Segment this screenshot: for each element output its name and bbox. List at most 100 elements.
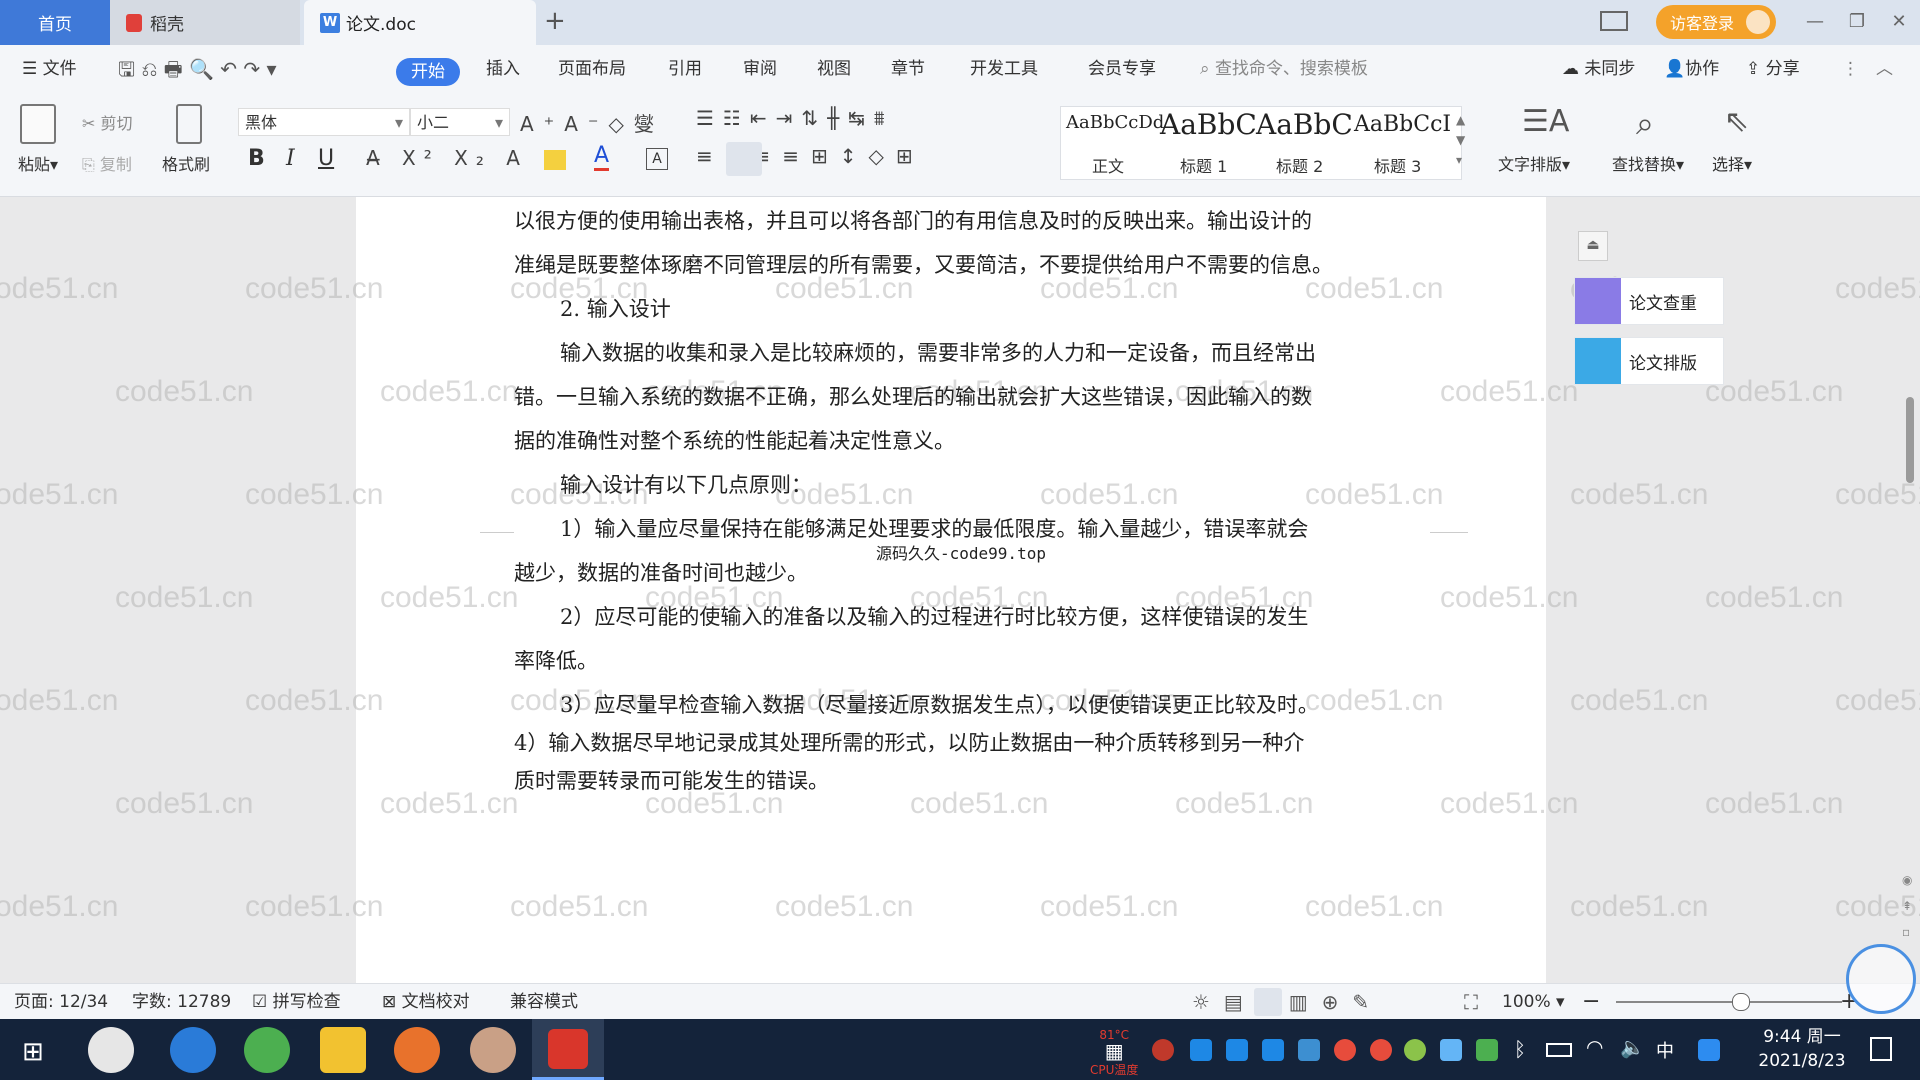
format-painter-button[interactable]: 格式刷 [162,151,210,175]
font-color-icon[interactable]: A [594,144,610,171]
thesis-layout-button[interactable]: 论文排版 [1574,337,1724,385]
volume-icon[interactable]: 🔈 [1620,1035,1645,1059]
command-search[interactable]: ⌕ 查找命令、搜索模板 [1200,45,1368,93]
fit-page-icon[interactable]: ⛶ [1464,984,1478,1020]
tray-app-icon[interactable] [1262,1039,1284,1061]
align-center-active[interactable] [726,142,762,176]
menu-page-layout[interactable]: 页面布局 [558,45,626,93]
font-size-select[interactable]: 小二 ▾ [410,108,510,136]
italic-button[interactable]: I [286,146,295,171]
minimize-button[interactable]: — [1800,8,1830,36]
menu-view[interactable]: 视图 [817,45,851,93]
text-layout-icon: ☰A [1522,104,1570,139]
file-menu[interactable]: ☰ 文件 [22,45,77,93]
doc-proof-button[interactable]: ⊠ 文档校对 [382,984,470,1020]
vertical-scrollbar-thumb[interactable] [1906,397,1914,483]
menu-developer[interactable]: 开发工具 [970,45,1038,93]
pinwheel-app-icon[interactable] [88,1027,134,1073]
notification-icon[interactable] [1870,1037,1892,1061]
wps-taskbar-button[interactable] [532,1019,604,1080]
zoom-out-button[interactable]: − [1582,984,1600,1020]
tray-app-icon[interactable] [1404,1039,1426,1061]
paste-button[interactable]: 粘贴▾ [18,151,58,175]
scroll-nav-icons[interactable]: ◉ ⇞ ▫ [1902,867,1912,945]
guest-login-button[interactable]: 访客登录 [1656,5,1776,39]
char-border-icon[interactable]: A [646,148,668,170]
format-painter-icon[interactable] [176,104,202,144]
green-browser-icon[interactable] [244,1027,290,1073]
orange-app-icon[interactable] [394,1027,440,1073]
tray-app-icon[interactable] [1334,1039,1356,1061]
style-h1-sample[interactable]: AaBbC [1160,108,1257,141]
tray-app-icon[interactable] [1440,1039,1462,1061]
tab-daoke[interactable]: 稻壳 [110,0,300,45]
close-button[interactable]: ✕ [1884,8,1914,36]
menu-references[interactable]: 引用 [668,45,702,93]
menu-start[interactable]: 开始 [396,58,460,86]
file-explorer-icon[interactable] [320,1027,366,1073]
tray-app-icon[interactable] [1226,1039,1248,1061]
quick-access-icons[interactable]: 🖫 ⎌ 🖶 🔍 ↶ ↷ ▾ [118,45,277,93]
tab-home[interactable]: 首页 [0,0,110,45]
zoom-slider-knob[interactable] [1732,993,1751,1011]
bold-button[interactable]: B [248,146,265,171]
cpu-temp-widget[interactable]: 81°C ▦ CPU温度 [1090,1027,1138,1078]
style-normal-sample[interactable]: AaBbCcDd [1066,112,1164,133]
highlight-icon[interactable] [544,150,566,170]
tray-app-icon[interactable] [1152,1039,1174,1061]
nvidia-icon[interactable] [1476,1039,1498,1061]
taskbar: ⊞ 81°C ▦ CPU温度 ᛒ ◠ 🔈 中 9:44 周一 2021/8/23 [0,1019,1920,1080]
floating-assistant-icon[interactable] [1846,944,1916,1014]
overlay-watermark-text: 源码久久-code99.top [876,544,1046,563]
menu-chapter[interactable]: 章节 [891,45,925,93]
copy-button[interactable]: ⎘ 复制 [82,151,132,175]
wifi-icon[interactable]: ◠ [1586,1035,1603,1059]
menu-member[interactable]: 会员专享 [1088,45,1156,93]
view-mode-icons[interactable]: ☼▤☷▥⊕✎ [1192,984,1383,1020]
command-search-placeholder: 查找命令、搜索模板 [1214,59,1368,79]
windows-start-icon[interactable]: ⊞ [22,1037,44,1067]
new-tab-button[interactable]: + [544,6,566,36]
cut-button[interactable]: ✂ 剪切 [82,110,133,134]
zoom-level[interactable]: 100% ▾ [1502,984,1565,1020]
find-replace-button[interactable]: 查找替换▾ [1612,151,1684,175]
restore-button[interactable]: ❐ [1842,8,1872,36]
text-layout-button[interactable]: 文字排版▾ [1498,151,1570,175]
select-button[interactable]: 选择▾ [1712,151,1752,175]
list-indent-tools[interactable]: ☰☷⇤⇥⇅╫↹⩩ [696,106,894,130]
more-icon[interactable]: ⋮ [1842,45,1859,93]
shield-icon[interactable] [1298,1039,1320,1061]
sync-button[interactable]: ☁ 未同步 [1562,45,1635,93]
font-size-tools[interactable]: A⁺A⁻◇燮 [520,108,664,137]
bluetooth-icon[interactable]: ᛒ [1514,1037,1526,1061]
clock[interactable]: 9:44 周一 2021/8/23 [1740,1025,1864,1073]
collab-button[interactable]: 👤协作 [1664,45,1719,93]
zoom-slider-track[interactable] [1616,1001,1842,1003]
word-count[interactable]: 字数: 12789 [132,984,231,1020]
qq-icon[interactable] [1698,1039,1720,1061]
thesis-check-button[interactable]: 论文查重 [1574,277,1724,325]
underline-button[interactable]: U [318,146,334,171]
page-indicator[interactable]: 页面: 12/34 [14,984,108,1020]
battery-icon[interactable] [1546,1043,1572,1057]
spell-check-button[interactable]: ☑ 拼写检查 [252,984,341,1020]
tray-app-icon[interactable] [1190,1039,1212,1061]
photo-app-icon[interactable] [470,1027,516,1073]
tray-app-icon[interactable] [1370,1039,1392,1061]
tab-document[interactable]: W 论文.doc [304,0,536,45]
collapse-ribbon-icon[interactable]: ︿ [1876,45,1893,93]
style-scroll-icon[interactable]: ▲ ▼ ▾ [1456,110,1465,170]
ie-browser-icon[interactable] [170,1027,216,1073]
paste-icon[interactable] [20,104,56,144]
menu-review[interactable]: 审阅 [743,45,777,93]
page-view-active[interactable] [1254,988,1282,1016]
menu-insert[interactable]: 插入 [486,45,520,93]
share-button[interactable]: ⇪ 分享 [1746,45,1800,93]
font-name-select[interactable]: 黑体 ▾ [238,108,410,136]
text-effects-tools[interactable]: A̶ X² X₂ A [366,146,528,170]
style-h2-sample[interactable]: AaBbC [1256,108,1353,141]
layout-icon[interactable] [1600,11,1628,31]
panel-collapse-icon[interactable]: ⏏ [1578,231,1608,261]
ime-indicator[interactable]: 中 [1656,1037,1674,1063]
style-h3-sample[interactable]: AaBbCcI [1354,112,1451,137]
